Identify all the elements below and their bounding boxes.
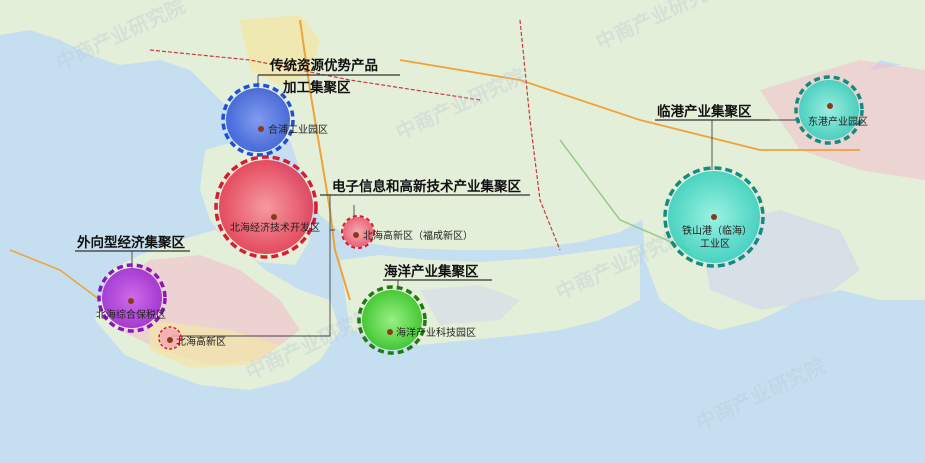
zone-label-tieshan-text: 铁山港（临海） (682, 224, 752, 237)
zone-marker (167, 337, 173, 343)
zone-marker (353, 232, 359, 238)
cluster-title-marine: 海洋产业集聚区 (384, 263, 479, 280)
cluster-title-export: 外向型经济集聚区 (77, 234, 185, 251)
industrial-cluster-map: 中商产业研究院 中商产业研究院 中商产业研究院 中商产业研究院 中商产业研究院 … (0, 0, 925, 463)
zone-label-fucheng: 北海高新区（福成新区） (363, 229, 473, 242)
cluster-title-traditional-1: 传统资源优势产品 (269, 57, 378, 74)
zone-label-hitech: 北海高新区 (176, 335, 226, 348)
zone-label-marine: 海洋产业科技园区 (396, 326, 476, 339)
zone-marker (827, 103, 833, 109)
tieshan-zone-circle[interactable] (663, 166, 765, 268)
cluster-title-port: 临港产业集聚区 (657, 103, 752, 120)
zone-label-tieshan-line2: 工业区 (700, 238, 730, 250)
zone-label-hepu: 合浦工业园区 (268, 123, 328, 136)
zone-marker (258, 126, 264, 132)
zone-marker (271, 214, 277, 220)
zone-marker (711, 214, 717, 220)
zone-label-bonded: 北海综合保税区 (96, 308, 166, 321)
zone-label-beihai-edz: 北海经济技术开发区 (230, 221, 320, 234)
cluster-title-electronic: 电子信息和高新技术产业集聚区 (332, 178, 521, 195)
zone-label-donggang: 东港产业园区 (808, 115, 868, 128)
zone-marker (387, 329, 393, 335)
cluster-title-traditional-2: 加工集聚区 (282, 79, 351, 96)
map-canvas: 中商产业研究院 中商产业研究院 中商产业研究院 中商产业研究院 中商产业研究院 … (0, 0, 925, 463)
zone-marker (128, 298, 134, 304)
